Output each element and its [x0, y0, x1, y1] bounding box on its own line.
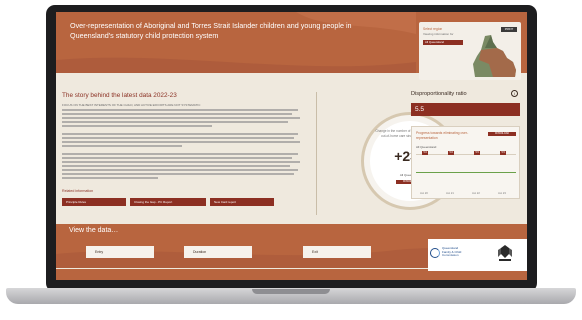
ratio-title: Disproportionality ratio — [411, 91, 467, 97]
story-paragraph-line — [62, 165, 290, 167]
logo-line-3: Commission — [442, 253, 459, 258]
story-paragraph-line — [62, 177, 158, 179]
region-map-card: Select region Viewing information for Al… — [419, 22, 521, 80]
footer-text-line — [61, 273, 525, 275]
region-select[interactable]: All Queensland — [423, 40, 463, 45]
progress-download-button[interactable]: DOWNLOAD — [488, 132, 516, 136]
story-paragraph-line — [62, 137, 294, 139]
qfcc-logo-icon — [430, 248, 440, 258]
progress-point-label: 5.5 — [474, 151, 481, 155]
progress-year-label: Jun 20 — [420, 192, 428, 195]
story-paragraph-line — [62, 113, 292, 115]
print-button[interactable]: PRINT — [501, 27, 517, 32]
select-region-label: Select region — [423, 27, 443, 31]
info-icon[interactable]: i — [511, 90, 518, 97]
story-focus-heading: FOCUS ON THE BEST INTERESTS OF THE CHILD… — [62, 103, 201, 107]
view-data-title: View the data… — [69, 227, 119, 234]
progress-year-label: Jun 21 — [446, 192, 454, 195]
story-paragraph-line — [62, 161, 300, 163]
related-information-label: Related information — [62, 189, 94, 193]
related-button-new-card-report[interactable]: New Card report — [210, 198, 274, 206]
viewing-info-label: Viewing information for — [423, 32, 454, 36]
progress-point-label: 5.6 — [448, 151, 455, 155]
queensland-crest-icon — [498, 245, 512, 261]
story-paragraph-line — [62, 173, 294, 175]
progress-point-label: 5.5 — [500, 151, 507, 155]
story-paragraph-line — [62, 169, 298, 171]
story-paragraph-line — [62, 125, 212, 127]
laptop-notch — [252, 289, 330, 294]
progress-year-label: Jun 23 — [498, 192, 506, 195]
story-paragraph-line — [62, 157, 292, 159]
story-section: The story behind the latest data 2022-23… — [56, 84, 308, 224]
related-button-principle-rules[interactable]: Principle Rules — [62, 198, 126, 206]
view-duration-field[interactable]: Duration — [184, 246, 252, 258]
progress-point-label: 5.6 — [422, 151, 429, 155]
progress-title: Progress towards eliminating over-repres… — [416, 131, 469, 140]
progress-card: Progress towards eliminating over-repres… — [411, 126, 520, 199]
progress-year-label: Jun 22 — [472, 192, 480, 195]
page-title: Over-representation of Aboriginal and To… — [70, 21, 352, 40]
story-paragraph-line — [62, 117, 300, 119]
progress-region: All Queensland — [416, 145, 437, 149]
story-paragraph-line — [62, 145, 182, 147]
dashboard-screen: Over-representation of Aboriginal and To… — [56, 12, 527, 280]
story-title: The story behind the latest data 2022-23 — [62, 92, 177, 99]
view-entry-field[interactable]: Entry — [86, 246, 154, 258]
ratio-value: 5.5 — [411, 103, 520, 116]
view-exit-field[interactable]: Exit — [303, 246, 371, 258]
target-line — [416, 172, 516, 173]
qfcc-logo-text: Queensland Family & Child Commission — [442, 246, 461, 258]
section-divider — [316, 92, 317, 215]
story-paragraph-line — [62, 153, 298, 155]
related-button-closing-the-gap[interactable]: Closing the Gap - PC Report — [130, 198, 206, 206]
story-paragraph-line — [62, 133, 298, 135]
story-paragraph-line — [62, 109, 298, 111]
story-paragraph-line — [62, 141, 300, 143]
story-paragraph-line — [62, 121, 288, 123]
queensland-map-icon[interactable] — [471, 34, 517, 78]
